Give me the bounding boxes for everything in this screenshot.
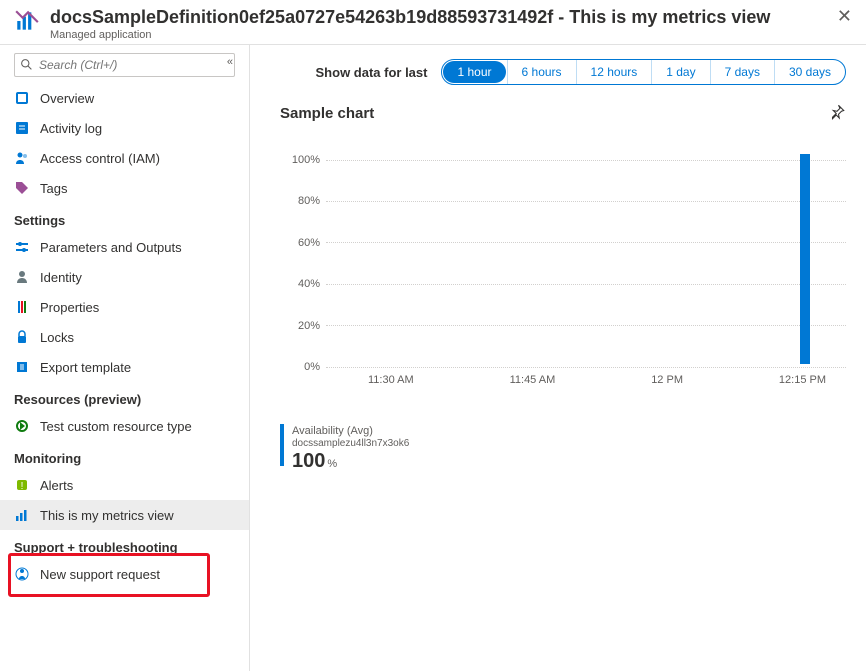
sidebar-item-label: Identity xyxy=(40,270,82,285)
blade-header: docsSampleDefinition0ef25a0727e54263b19d… xyxy=(0,0,866,45)
sidebar-item-label: Alerts xyxy=(40,478,73,493)
metrics-icon xyxy=(14,8,40,34)
ytick-label: 100% xyxy=(280,154,326,166)
sidebar-item-label: Overview xyxy=(40,91,94,106)
legend-value: 100 xyxy=(292,450,325,472)
support-icon xyxy=(14,566,30,582)
legend-color-swatch xyxy=(280,424,284,466)
overview-icon xyxy=(14,90,30,106)
legend-unit: % xyxy=(327,458,337,470)
sidebar: « Overview Activity log Access control (… xyxy=(0,45,250,671)
sidebar-item-alerts[interactable]: ! Alerts xyxy=(0,470,249,500)
svg-text:!: ! xyxy=(21,481,24,492)
xtick-label: 11:45 AM xyxy=(510,374,556,386)
sidebar-item-label: New support request xyxy=(40,567,160,582)
search-input[interactable] xyxy=(14,53,235,77)
activity-log-icon xyxy=(14,120,30,136)
ytick-label: 20% xyxy=(280,320,326,332)
export-template-icon xyxy=(14,359,30,375)
legend-resource: docssamplezu4ll3n7x3ok6 xyxy=(292,438,409,450)
sidebar-item-custom-resource[interactable]: Test custom resource type xyxy=(0,411,249,441)
properties-icon xyxy=(14,299,30,315)
time-range-option-7d[interactable]: 7 days xyxy=(710,60,774,84)
ytick-label: 80% xyxy=(280,195,326,207)
tags-icon xyxy=(14,180,30,196)
sidebar-item-tags[interactable]: Tags xyxy=(0,173,249,203)
chart-legend: Availability (Avg) docssamplezu4ll3n7x3o… xyxy=(280,424,846,473)
sidebar-item-new-support-request[interactable]: New support request xyxy=(0,559,249,589)
chart-title: Sample chart xyxy=(280,105,374,122)
time-range-selector: Show data for last 1 hour 6 hours 12 hou… xyxy=(280,59,846,85)
custom-resource-icon xyxy=(14,418,30,434)
chart-bar xyxy=(800,154,810,364)
sidebar-item-label: This is my metrics view xyxy=(40,508,174,523)
ytick-label: 0% xyxy=(280,361,326,373)
ytick-label: 60% xyxy=(280,237,326,249)
chart-xaxis: 11:30 AM 11:45 AM 12 PM 12:15 PM xyxy=(328,370,846,386)
ytick-label: 40% xyxy=(280,278,326,290)
time-range-label: Show data for last xyxy=(316,65,428,80)
sidebar-item-label: Locks xyxy=(40,330,74,345)
sidebar-item-metrics-view[interactable]: This is my metrics view xyxy=(0,500,249,530)
search-icon xyxy=(20,58,33,74)
parameters-icon xyxy=(14,239,30,255)
xtick-label: 11:30 AM xyxy=(368,374,414,386)
page-subtitle: Managed application xyxy=(50,28,833,42)
sidebar-group-support: Support + troubleshooting xyxy=(0,530,249,559)
sidebar-item-label: Parameters and Outputs xyxy=(40,240,182,255)
sidebar-item-overview[interactable]: Overview xyxy=(0,83,249,113)
sidebar-item-label: Export template xyxy=(40,360,131,375)
sidebar-item-label: Activity log xyxy=(40,121,102,136)
time-range-pills: 1 hour 6 hours 12 hours 1 day 7 days 30 … xyxy=(441,59,846,85)
close-icon[interactable]: ✕ xyxy=(833,6,856,27)
chart: 100% 80% 60% 40% 20% 0% 11:30 AM 11:45 A… xyxy=(280,154,846,384)
collapse-sidebar-icon[interactable]: « xyxy=(227,56,233,68)
time-range-option-6h[interactable]: 6 hours xyxy=(507,60,576,84)
sidebar-item-identity[interactable]: Identity xyxy=(0,262,249,292)
time-range-option-12h[interactable]: 12 hours xyxy=(576,60,652,84)
sidebar-item-access-control[interactable]: Access control (IAM) xyxy=(0,143,249,173)
time-range-option-30d[interactable]: 30 days xyxy=(774,60,845,84)
sidebar-item-properties[interactable]: Properties xyxy=(0,292,249,322)
legend-metric: Availability (Avg) xyxy=(292,424,409,438)
sidebar-item-label: Tags xyxy=(40,181,67,196)
sidebar-item-label: Access control (IAM) xyxy=(40,151,160,166)
time-range-option-1h[interactable]: 1 hour xyxy=(443,61,505,83)
chart-plot xyxy=(328,154,836,364)
sidebar-group-resources: Resources (preview) xyxy=(0,382,249,411)
sidebar-item-locks[interactable]: Locks xyxy=(0,322,249,352)
metrics-view-icon xyxy=(14,507,30,523)
pin-icon[interactable] xyxy=(828,103,846,124)
sidebar-item-label: Properties xyxy=(40,300,99,315)
sidebar-group-settings: Settings xyxy=(0,203,249,232)
access-control-icon xyxy=(14,150,30,166)
xtick-label: 12 PM xyxy=(651,374,683,386)
identity-icon xyxy=(14,269,30,285)
sidebar-item-parameters[interactable]: Parameters and Outputs xyxy=(0,232,249,262)
sidebar-item-label: Test custom resource type xyxy=(40,419,192,434)
sidebar-item-activity-log[interactable]: Activity log xyxy=(0,113,249,143)
alerts-icon: ! xyxy=(14,477,30,493)
xtick-label: 12:15 PM xyxy=(779,374,826,386)
sidebar-item-export-template[interactable]: Export template xyxy=(0,352,249,382)
main-content: Show data for last 1 hour 6 hours 12 hou… xyxy=(250,45,866,671)
page-title: docsSampleDefinition0ef25a0727e54263b19d… xyxy=(50,6,833,28)
time-range-option-1d[interactable]: 1 day xyxy=(651,60,709,84)
lock-icon xyxy=(14,329,30,345)
sidebar-group-monitoring: Monitoring xyxy=(0,441,249,470)
